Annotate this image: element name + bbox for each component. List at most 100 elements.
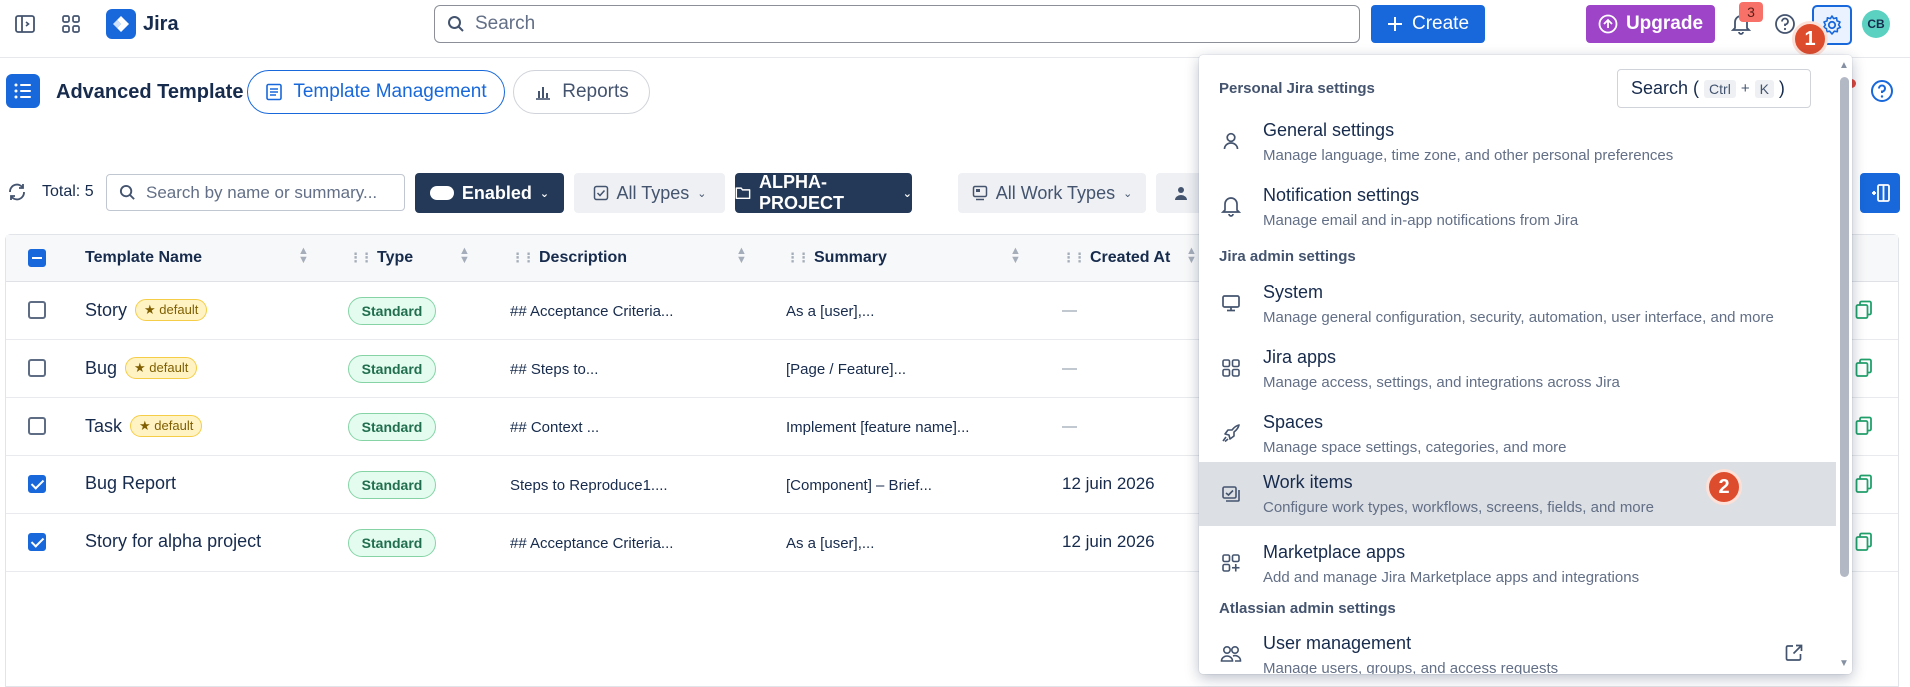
- template-search-input[interactable]: Search by name or summary...: [106, 174, 405, 211]
- product-name[interactable]: Jira: [143, 13, 179, 36]
- menu-item-general-settings[interactable]: General settings Manage language, time z…: [1199, 110, 1836, 174]
- total-count: Total: 5: [42, 183, 94, 200]
- row-checkbox[interactable]: [28, 359, 46, 377]
- notifications-count-badge: 3: [1739, 2, 1763, 22]
- default-badge: ★ default: [125, 357, 198, 379]
- plus-icon: [1387, 17, 1402, 31]
- step-marker-2: 2: [1706, 469, 1742, 505]
- type-badge: Standard: [348, 355, 436, 383]
- menu-item-description: Manage general configuration, security, …: [1263, 309, 1774, 326]
- created-at-cell: —: [1062, 418, 1077, 435]
- app-title: Advanced Template: [56, 81, 244, 103]
- filter-label: Enabled: [461, 182, 532, 203]
- column-header-type[interactable]: ⋮⋮ Type: [349, 249, 413, 267]
- template-name[interactable]: Story: [85, 300, 127, 320]
- column-settings-button[interactable]: [1860, 173, 1900, 213]
- rocket-icon: [1219, 421, 1243, 445]
- row-checkbox[interactable]: [28, 533, 46, 551]
- menu-item-jira-apps[interactable]: Jira apps Manage access, settings, and i…: [1199, 337, 1836, 401]
- menu-scrollbar-thumb[interactable]: [1840, 77, 1849, 577]
- drag-handle-icon[interactable]: ⋮⋮: [786, 250, 810, 266]
- app-help-icon[interactable]: [1870, 79, 1894, 108]
- tab-template-management[interactable]: Template Management: [247, 70, 505, 114]
- row-checkbox[interactable]: [28, 417, 46, 435]
- menu-item-marketplace-apps[interactable]: Marketplace apps Add and manage Jira Mar…: [1199, 532, 1836, 596]
- copy-icon[interactable]: [1855, 532, 1873, 552]
- type-badge: Standard: [348, 529, 436, 557]
- search-icon: [119, 184, 135, 200]
- type-badge: Standard: [348, 471, 436, 499]
- default-badge: ★ default: [130, 415, 203, 437]
- summary-cell: [Page / Feature]...: [786, 361, 907, 378]
- menu-item-description: Manage language, time zone, and other pe…: [1263, 147, 1674, 164]
- description-cell: ## Acceptance Criteria...: [510, 535, 674, 552]
- list-document-icon: [266, 83, 283, 101]
- template-name[interactable]: Story for alpha project: [85, 531, 261, 551]
- app-menu-icon[interactable]: [6, 74, 40, 108]
- row-checkbox[interactable]: [28, 301, 46, 319]
- copy-icon[interactable]: [1855, 358, 1873, 378]
- copy-icon[interactable]: [1855, 416, 1873, 436]
- template-name[interactable]: Task: [85, 416, 122, 436]
- enabled-filter-dropdown[interactable]: Enabled ⌄: [415, 173, 564, 213]
- template-name[interactable]: Bug: [85, 358, 117, 378]
- bell-icon: [1219, 194, 1243, 218]
- menu-item-user-management[interactable]: User management Manage users, groups, an…: [1199, 623, 1836, 674]
- create-button[interactable]: Create: [1371, 5, 1485, 43]
- menu-item-description: Configure work types, workflows, screens…: [1263, 499, 1654, 516]
- refresh-icon[interactable]: [6, 181, 28, 208]
- type-filter-dropdown[interactable]: All Types ⌄: [574, 173, 725, 213]
- select-all-checkbox[interactable]: [28, 249, 46, 267]
- global-search-input[interactable]: Search: [434, 5, 1360, 43]
- scroll-up-arrow-icon[interactable]: ▲: [1839, 60, 1849, 71]
- drag-handle-icon[interactable]: ⋮⋮: [511, 250, 535, 266]
- menu-item-description: Manage space settings, categories, and m…: [1263, 439, 1567, 456]
- tab-label: Reports: [562, 81, 629, 102]
- sort-icon[interactable]: ▲ ▼: [459, 246, 470, 266]
- upgrade-button[interactable]: Upgrade: [1586, 5, 1715, 43]
- user-avatar[interactable]: CB: [1862, 10, 1890, 38]
- column-header-description[interactable]: ⋮⋮ Description: [511, 249, 627, 267]
- project-filter-dropdown[interactable]: ALPHA-PROJECT ⌄: [735, 172, 912, 213]
- upgrade-arrow-icon: [1598, 14, 1618, 34]
- jira-logo-icon[interactable]: [106, 9, 136, 39]
- sort-icon[interactable]: ▲ ▼: [736, 246, 747, 266]
- menu-item-notification-settings[interactable]: Notification settings Manage email and i…: [1199, 175, 1836, 239]
- section-heading-jira-admin: Jira admin settings: [1219, 248, 1356, 265]
- app-switcher-icon[interactable]: [59, 12, 83, 36]
- row-checkbox[interactable]: [28, 475, 46, 493]
- search-placeholder: Search: [475, 13, 536, 34]
- search-placeholder: Search by name or summary...: [146, 182, 378, 202]
- sort-icon[interactable]: ▲ ▼: [298, 246, 309, 266]
- work-type-filter-dropdown[interactable]: All Work Types ⌄: [958, 173, 1146, 213]
- template-name[interactable]: Bug Report: [85, 473, 176, 493]
- drag-handle-icon[interactable]: ⋮⋮: [1062, 250, 1086, 266]
- people-icon: [1219, 642, 1243, 666]
- scroll-down-arrow-icon[interactable]: ▼: [1839, 658, 1849, 669]
- menu-item-description: Manage access, settings, and integration…: [1263, 374, 1620, 391]
- menu-item-title: Marketplace apps: [1263, 542, 1406, 562]
- settings-search-close: ): [1778, 78, 1785, 98]
- menu-item-system[interactable]: System Manage general configuration, sec…: [1199, 272, 1836, 336]
- shortcut-key: Ctrl: [1704, 79, 1736, 98]
- column-header-summary[interactable]: ⋮⋮ Summary: [786, 249, 887, 267]
- copy-icon[interactable]: [1855, 474, 1873, 494]
- column-header-template-name[interactable]: Template Name: [85, 249, 202, 267]
- created-at-cell: 12 juin 2026: [1062, 532, 1155, 551]
- settings-search-button[interactable]: Search ( Ctrl + K ): [1617, 69, 1811, 108]
- menu-item-spaces[interactable]: Spaces Manage space settings, categories…: [1199, 402, 1836, 466]
- sort-icon[interactable]: ▲ ▼: [1010, 246, 1021, 266]
- toggle-icon: [429, 186, 454, 200]
- sidebar-toggle-icon[interactable]: [13, 12, 37, 36]
- menu-item-description: Manage users, groups, and access request…: [1263, 660, 1559, 674]
- drag-handle-icon[interactable]: ⋮⋮: [349, 250, 373, 266]
- description-cell: Steps to Reproduce1....: [510, 477, 668, 494]
- tab-reports[interactable]: Reports: [513, 70, 650, 114]
- filter-label: All Types: [616, 182, 690, 203]
- summary-cell: [Component] – Brief...: [786, 477, 932, 494]
- person-icon: [1219, 129, 1243, 153]
- column-header-created-at[interactable]: ⋮⋮ Created At: [1062, 249, 1170, 267]
- sort-icon[interactable]: ▲ ▼: [1186, 246, 1197, 266]
- copy-icon[interactable]: [1855, 300, 1873, 320]
- shortcut-key: K: [1754, 79, 1774, 98]
